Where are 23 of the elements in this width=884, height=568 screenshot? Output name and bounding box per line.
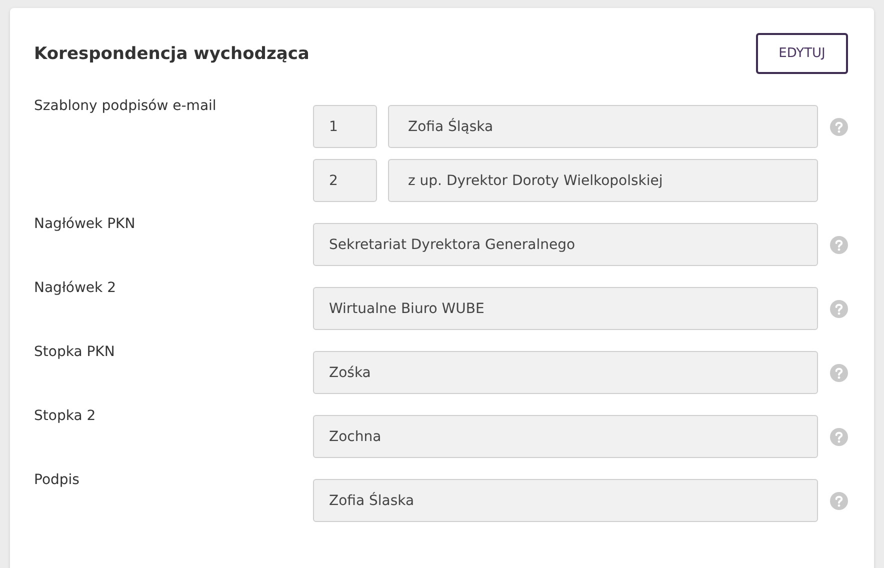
- text-field[interactable]: Zochna: [313, 415, 818, 458]
- help-icon[interactable]: [830, 236, 848, 254]
- field-label: Stopka PKN: [34, 343, 116, 362]
- text-field[interactable]: Zofia Ślaska: [313, 479, 818, 522]
- help-icon[interactable]: [830, 300, 848, 318]
- text-field[interactable]: Zośka: [313, 351, 818, 394]
- field-label: Stopka 2: [34, 407, 97, 426]
- field-label: Nagłówek 2: [34, 279, 118, 298]
- template-number-field[interactable]: 2: [313, 159, 377, 202]
- field-label: Nagłówek PKN: [34, 215, 136, 234]
- text-field[interactable]: Wirtualne Biuro WUBE: [313, 287, 818, 330]
- help-icon[interactable]: [830, 118, 848, 136]
- template-number-field[interactable]: 1: [313, 105, 377, 148]
- section-title: Korespondencja wychodząca: [34, 44, 310, 64]
- field-label: Podpis: [34, 471, 80, 490]
- text-field[interactable]: Sekretariat Dyrektora Generalnego: [313, 223, 818, 266]
- help-icon[interactable]: [830, 492, 848, 510]
- edit-button[interactable]: EDYTUJ: [756, 33, 848, 74]
- field-label: Szablony podpisów e-mail: [34, 97, 218, 116]
- help-icon[interactable]: [830, 364, 848, 382]
- template-text-field[interactable]: Zofia Śląska: [388, 105, 818, 148]
- template-text-field[interactable]: z up. Dyrektor Doroty Wielkopolskiej: [388, 159, 818, 202]
- help-icon[interactable]: [830, 428, 848, 446]
